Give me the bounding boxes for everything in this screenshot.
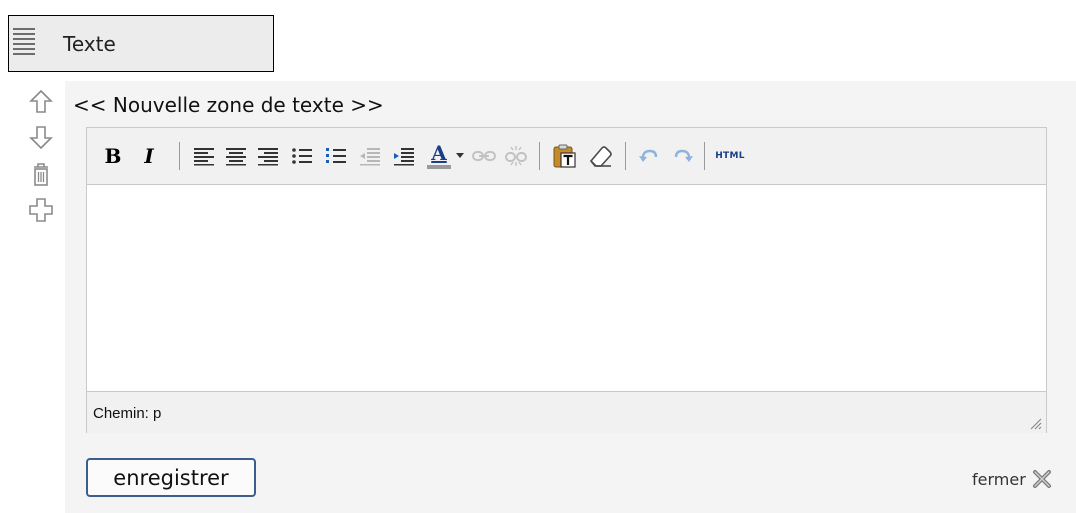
align-right-button[interactable]: [255, 141, 281, 171]
close-label: fermer: [972, 469, 1026, 489]
editor-status-bar: Chemin: p: [87, 391, 1046, 433]
toolbar-separator: [539, 142, 540, 170]
paragraph-lines-icon: [13, 28, 35, 60]
align-right-icon: [258, 148, 278, 166]
link-icon: [472, 151, 496, 161]
outdent-icon: [360, 148, 380, 166]
text-color-dropdown[interactable]: [454, 141, 466, 171]
remove-format-button[interactable]: [585, 141, 615, 171]
align-left-button[interactable]: [191, 141, 217, 171]
move-up-icon[interactable]: [26, 87, 56, 117]
unlink-button[interactable]: [503, 141, 529, 171]
italic-icon: I: [144, 144, 154, 168]
toolbar-separator: [179, 142, 180, 170]
text-color-swatch: [427, 165, 451, 169]
bullet-list-icon: [292, 148, 312, 164]
trash-icon[interactable]: [26, 159, 56, 189]
undo-button[interactable]: [635, 141, 663, 171]
redo-icon: [674, 149, 693, 162]
block-type-title: Texte: [63, 32, 116, 56]
align-left-icon: [194, 148, 214, 166]
paste-text-icon: [553, 144, 576, 168]
element-path: Chemin: p: [93, 405, 162, 422]
redo-button[interactable]: [669, 141, 697, 171]
align-center-button[interactable]: [223, 141, 249, 171]
zone-title: << Nouvelle zone de texte >>: [73, 93, 384, 117]
block-type-header[interactable]: Texte: [8, 15, 274, 72]
unlink-icon: [505, 146, 527, 166]
close-link[interactable]: fermer: [972, 468, 1052, 490]
text-color-button[interactable]: A: [425, 141, 453, 171]
toolbar-separator: [704, 142, 705, 170]
editor-toolbar: B I A HTML: [87, 128, 1046, 185]
add-plus-icon[interactable]: [26, 195, 56, 225]
undo-icon: [639, 149, 658, 162]
save-button[interactable]: enregistrer: [86, 458, 256, 497]
indent-button[interactable]: [391, 141, 417, 171]
eraser-icon: [589, 146, 612, 167]
bold-button[interactable]: B: [101, 141, 125, 171]
chevron-down-icon: [456, 153, 464, 158]
numbered-list-icon: [326, 148, 346, 163]
toolbar-separator: [625, 142, 626, 170]
block-actions-strip: [16, 81, 66, 281]
paste-text-button[interactable]: [549, 141, 579, 171]
italic-button[interactable]: I: [137, 141, 161, 171]
numbered-list-button[interactable]: [323, 141, 349, 171]
bold-icon: B: [104, 144, 122, 168]
html-icon: HTML: [715, 151, 745, 161]
outdent-button[interactable]: [357, 141, 383, 171]
insert-link-button[interactable]: [471, 141, 497, 171]
editor-content-area[interactable]: [87, 185, 1046, 391]
bullet-list-button[interactable]: [289, 141, 315, 171]
html-source-button[interactable]: HTML: [709, 141, 751, 171]
rich-text-editor: B I A HTML Chemin: p: [86, 127, 1047, 433]
close-icon: [1032, 470, 1051, 488]
text-color-icon: A: [431, 141, 447, 165]
indent-icon: [394, 148, 414, 166]
move-down-icon[interactable]: [26, 122, 56, 152]
resize-grip-icon[interactable]: [1028, 415, 1042, 430]
align-center-icon: [226, 148, 246, 166]
